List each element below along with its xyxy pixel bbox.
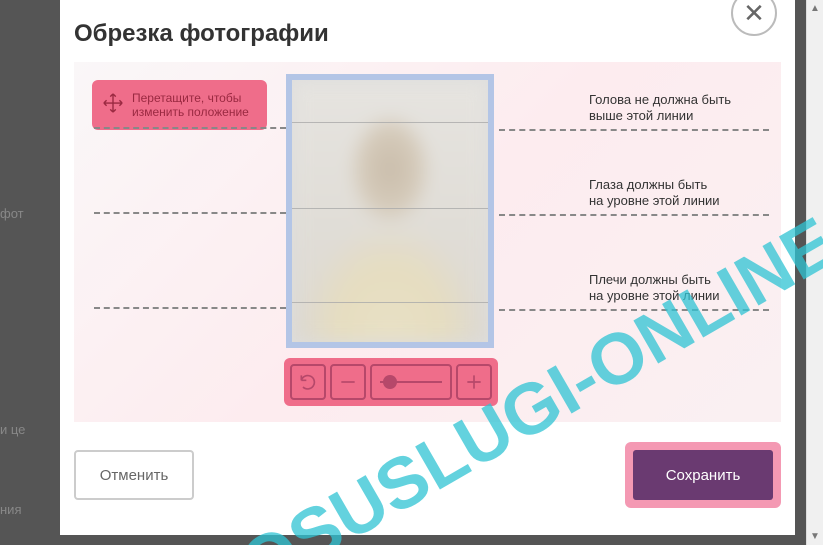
zoom-in-button[interactable] (456, 364, 492, 400)
background-text: фот (0, 206, 24, 221)
crop-photo-modal: ✕ Обрезка фотографии Перетащите, чтобы и… (60, 0, 795, 535)
modal-title: Обрезка фотографии (60, 0, 795, 62)
undo-icon (298, 372, 318, 392)
move-icon (102, 92, 124, 119)
cancel-button[interactable]: Отменить (74, 450, 194, 500)
guide-eyes-label: Глаза должны бытьна уровне этой линии (499, 177, 769, 210)
guide-line-left-head (94, 127, 286, 129)
guide-eyes-line (499, 214, 769, 216)
zoom-slider[interactable] (370, 364, 452, 400)
modal-footer: Отменить Сохранить (74, 442, 781, 508)
drag-hint-text: Перетащите, чтобы изменить положение (132, 91, 249, 120)
background-text: и це (0, 422, 25, 437)
close-icon: ✕ (743, 0, 765, 29)
save-button-highlight: Сохранить (625, 442, 781, 508)
guide-shoulders-label: Плечи должны бытьна уровне этой линии (499, 272, 769, 305)
guide-line-left-eyes (94, 212, 286, 214)
background-text: ния (0, 502, 21, 517)
crop-canvas[interactable]: Перетащите, чтобы изменить положение Гол… (74, 62, 781, 422)
zoom-thumb[interactable] (383, 375, 397, 389)
photo-crop-frame[interactable] (286, 74, 494, 348)
guide-line-left-shoulders (94, 307, 286, 309)
zoom-out-button[interactable] (330, 364, 366, 400)
plus-icon (464, 372, 484, 392)
photo-guide-head (292, 122, 488, 123)
save-button[interactable]: Сохранить (633, 450, 773, 500)
guide-shoulders-line (499, 309, 769, 311)
guide-head-label: Голова не должна бытьвыше этой линии (499, 92, 769, 125)
guide-eyes: Глаза должны бытьна уровне этой линии (499, 177, 769, 216)
guide-head: Голова не должна бытьвыше этой линии (499, 92, 769, 131)
guide-shoulders: Плечи должны бытьна уровне этой линии (499, 272, 769, 311)
photo-guide-shoulders (292, 302, 488, 303)
zoom-toolbar (284, 358, 498, 406)
drag-hint-badge: Перетащите, чтобы изменить положение (92, 80, 267, 130)
vertical-scrollbar[interactable]: ▲ ▼ (806, 0, 823, 545)
undo-button[interactable] (290, 364, 326, 400)
scroll-up-icon[interactable]: ▲ (807, 0, 823, 17)
scroll-down-icon[interactable]: ▼ (807, 528, 823, 545)
photo-guide-eyes (292, 208, 488, 209)
minus-icon (338, 372, 358, 392)
guide-head-line (499, 129, 769, 131)
